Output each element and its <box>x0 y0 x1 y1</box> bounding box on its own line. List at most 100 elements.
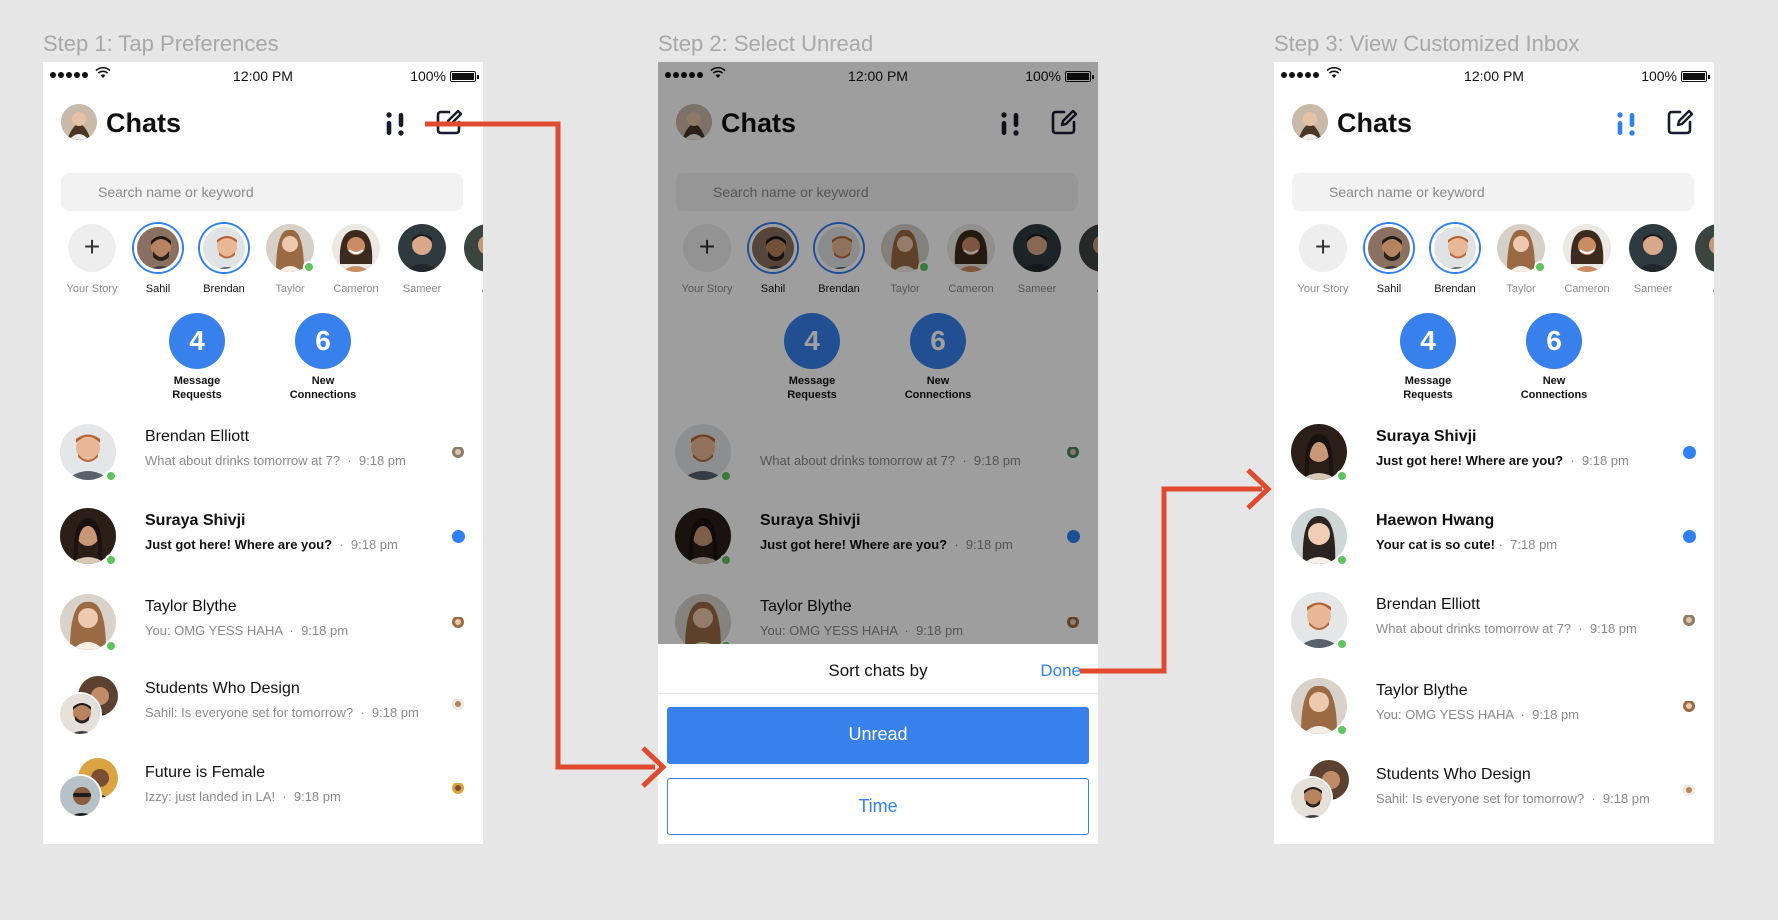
search-input[interactable]: Search name or keyword <box>1292 173 1694 211</box>
story-taylor[interactable]: Taylor <box>1486 224 1556 295</box>
done-button[interactable]: Done <box>1040 661 1081 681</box>
story-label: Brendan <box>1434 283 1476 295</box>
chats-header: Chats <box>61 102 465 146</box>
chat-preview: Sahil: Is everyone set for tomorrow? · 9… <box>145 705 419 720</box>
counters-row: 4 Message Requests 6 New Connections <box>43 313 483 401</box>
plus-icon: + <box>1299 224 1347 272</box>
story-taylor[interactable]: Taylor <box>255 224 325 295</box>
read-receipt-avatar <box>452 446 464 458</box>
story-sahil[interactable]: Sahil <box>1354 224 1424 295</box>
story-your-story[interactable]: + Your Story <box>1288 224 1358 295</box>
online-indicator <box>1336 724 1348 736</box>
chat-row[interactable]: Students Who Design Sahil: Is everyone s… <box>1289 758 1697 822</box>
unread-indicator <box>1683 446 1696 459</box>
story-brendan[interactable]: Brendan <box>1420 224 1490 295</box>
read-receipt-avatar <box>452 782 464 794</box>
chat-preview: Sahil: Is everyone set for tomorrow? · 9… <box>1376 791 1650 806</box>
chat-row[interactable]: Students Who Design Sahil: Is everyone s… <box>58 674 466 736</box>
sort-time-button[interactable]: Time <box>667 778 1089 835</box>
story-as[interactable]: As <box>1684 224 1714 295</box>
story-brendan[interactable]: Brendan <box>189 224 259 295</box>
group-avatar-front <box>58 692 102 736</box>
plus-icon: + <box>68 224 116 272</box>
battery-icon <box>450 70 479 82</box>
status-bar: 12:00 PM 100% <box>1274 62 1714 88</box>
compose-icon[interactable] <box>1666 108 1694 136</box>
chat-row[interactable]: Suraya Shivji Just got here! Where are y… <box>1291 422 1697 484</box>
story-label: Your Story <box>66 283 118 295</box>
profile-avatar[interactable] <box>61 104 97 140</box>
counter-label: Message Requests <box>1403 375 1453 401</box>
chat-row[interactable]: Suraya Shivji Just got here! Where are y… <box>60 506 466 568</box>
chat-name: Suraya Shivji <box>1376 428 1477 445</box>
story-cameron[interactable]: Cameron <box>1552 224 1622 295</box>
story-label: Taylor <box>275 283 305 295</box>
read-receipt-avatar <box>452 698 464 710</box>
dim-overlay[interactable] <box>658 62 1098 644</box>
battery-indicator: 100% <box>1641 68 1710 84</box>
search-input[interactable]: Search name or keyword <box>61 173 463 211</box>
chat-name: Suraya Shivji <box>145 512 246 529</box>
count-badge: 6 <box>295 313 351 369</box>
story-sahil[interactable]: Sahil <box>123 224 193 295</box>
message-requests-counter[interactable]: 4 Message Requests <box>147 313 247 402</box>
online-indicator <box>105 470 117 482</box>
phone-step-1: 12:00 PM 100% Chats Search name or keywo… <box>43 62 483 844</box>
battery-percent: 100% <box>1641 68 1677 84</box>
preferences-icon[interactable] <box>1614 110 1638 138</box>
story-label: Brendan <box>203 283 245 295</box>
online-indicator <box>105 554 117 566</box>
battery-percent: 100% <box>410 68 446 84</box>
message-requests-counter[interactable]: 4 Message Requests <box>1378 313 1478 402</box>
connector-step2-to-step3 <box>1080 486 1262 674</box>
story-label: As <box>453 283 483 295</box>
chat-name: Future is Female <box>145 764 266 781</box>
sort-sheet: Sort chats by Done Unread Time <box>658 644 1098 844</box>
counter-label: New Connections <box>289 375 357 401</box>
new-connections-counter[interactable]: 6 New Connections <box>1504 313 1604 402</box>
chat-row[interactable]: Haewon Hwang Your cat is so cute! · 7:18… <box>1291 506 1697 568</box>
preferences-icon[interactable] <box>383 110 407 138</box>
chat-name: Students Who Design <box>145 680 300 697</box>
story-label: Taylor <box>1506 283 1536 295</box>
story-sameer[interactable]: Sameer <box>387 224 457 295</box>
online-indicator <box>1336 638 1348 650</box>
read-receipt-avatar <box>452 616 464 628</box>
sort-unread-button[interactable]: Unread <box>667 707 1089 764</box>
page-title: Chats <box>106 108 182 138</box>
chat-name: Taylor Blythe <box>1376 682 1468 699</box>
story-cameron[interactable]: Cameron <box>321 224 391 295</box>
chat-row[interactable]: Future is Female Izzy: just landed in LA… <box>58 756 466 820</box>
step-2-title: Step 2: Select Unread <box>658 31 874 56</box>
new-connections-counter[interactable]: 6 New Connections <box>273 313 373 402</box>
chat-row[interactable]: Taylor Blythe You: OMG YESS HAHA · 9:18 … <box>1291 676 1697 738</box>
chat-preview: Your cat is so cute! · 7:18 pm <box>1376 537 1558 552</box>
step-1-title: Step 1: Tap Preferences <box>43 31 279 56</box>
profile-avatar[interactable] <box>1292 104 1328 140</box>
read-receipt-avatar <box>1683 784 1695 796</box>
compose-icon[interactable] <box>435 108 463 136</box>
group-avatar-front <box>58 774 102 818</box>
sort-sheet-header: Sort chats by Done <box>658 644 1098 694</box>
counter-label: New Connections <box>1520 375 1588 401</box>
story-label: Cameron <box>333 283 379 295</box>
story-as[interactable]: As <box>453 224 483 295</box>
chat-row[interactable]: Brendan Elliott What about drinks tomorr… <box>60 422 466 484</box>
chat-name: Brendan Elliott <box>1376 596 1481 613</box>
online-indicator <box>105 640 117 652</box>
story-label: Sameer <box>402 283 442 295</box>
phone-step-2: 12:00 PM 100% Chats Search name or keywo… <box>658 62 1098 844</box>
stories-row: + Your Story Sahil Brendan Taylor Cameron… <box>1288 224 1714 304</box>
story-your-story[interactable]: + Your Story <box>57 224 127 295</box>
chat-row[interactable]: Brendan Elliott What about drinks tomorr… <box>1291 590 1697 652</box>
story-label: Sameer <box>1633 283 1673 295</box>
chat-preview: What about drinks tomorrow at 7? · 9:18 … <box>145 453 406 468</box>
counters-row: 4 Message Requests 6 New Connections <box>1274 313 1714 401</box>
chats-header: Chats <box>1292 102 1696 146</box>
story-sameer[interactable]: Sameer <box>1618 224 1688 295</box>
online-indicator <box>1534 261 1546 273</box>
battery-icon <box>1681 70 1710 82</box>
chat-preview: You: OMG YESS HAHA · 9:18 pm <box>1376 707 1580 722</box>
chat-row[interactable]: Taylor Blythe You: OMG YESS HAHA · 9:18 … <box>60 592 466 654</box>
chat-preview: Izzy: just landed in LA! · 9:18 pm <box>145 789 341 804</box>
